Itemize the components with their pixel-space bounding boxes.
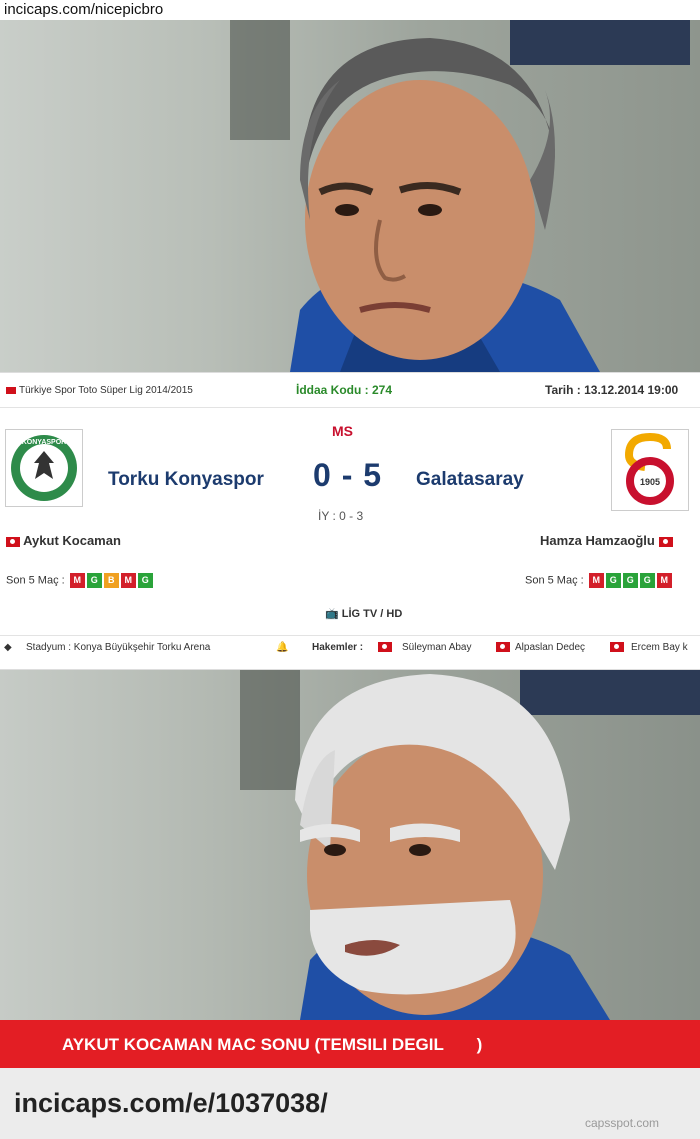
broadcast-channel: LİG TV / HD	[341, 608, 403, 620]
form-badge: G	[86, 573, 102, 588]
turkey-flag-icon	[658, 536, 673, 547]
footer-url[interactable]: incicaps.com/e/1037038/	[14, 1088, 328, 1119]
home-coach: Aykut Kocaman	[6, 533, 121, 548]
referees-label: Hakemler :	[312, 642, 364, 653]
galatasaray-logo-text: 1905	[640, 477, 660, 487]
away-coach-name: Hamza Hamzaoğlu	[540, 533, 655, 548]
halftime-score: İY : 0 - 3	[318, 509, 364, 523]
match-status: MS	[332, 423, 353, 439]
watermark-top: incicaps.com/nicepicbro	[0, 0, 700, 20]
turkey-flag-icon	[496, 642, 510, 652]
referee-2: Alpaslan Dedeç	[515, 642, 586, 653]
referee-1: Süleyman Abay	[402, 642, 472, 653]
footer-credit: capsspot.com	[585, 1116, 660, 1130]
away-form-label: Son 5 Maç :	[525, 574, 584, 587]
turkey-flag-icon	[6, 386, 16, 394]
match-card-header: Türkiye Spor Toto Süper Lig 2014/2015 İd…	[0, 373, 700, 408]
caption-banner: AYKUT KOCAMAN MAC SONU (TEMSILI DEGIL )	[0, 1020, 700, 1068]
stadium-info: Stadyum : Konya Büyükşehir Torku Arena	[26, 642, 211, 653]
match-info-bar: ◆ Stadyum : Konya Büyükşehir Torku Arena…	[0, 635, 700, 658]
broadcast-info: 📺 LİG TV / HD	[325, 607, 402, 620]
form-badge: M	[69, 573, 85, 588]
away-coach: Hamza Hamzaoğlu	[540, 533, 673, 548]
photo-coach-before	[0, 20, 700, 372]
form-badge: G	[137, 573, 153, 588]
form-badge: G	[622, 573, 638, 588]
home-team-name: Torku Konyaspor	[108, 469, 264, 490]
form-badge: M	[588, 573, 604, 588]
coach-portrait-before	[230, 20, 690, 372]
match-date: Tarih : 13.12.2014 19:00	[545, 383, 679, 397]
form-badge: M	[656, 573, 672, 588]
form-badge: M	[120, 573, 136, 588]
iddaa-code: İddaa Kodu : 274	[296, 383, 393, 397]
whistle-icon: 🔔	[276, 642, 289, 653]
match-score: 0 - 5	[313, 457, 383, 493]
league-label: Türkiye Spor Toto Süper Lig 2014/2015	[6, 385, 193, 396]
turkey-flag-icon	[6, 536, 20, 547]
galatasaray-logo: 1905	[611, 429, 689, 511]
referee-3: Ercem Bay k	[631, 642, 688, 653]
home-form: Son 5 Maç : MGBMG	[6, 573, 153, 588]
konyaspor-crest-icon: KONYASPOR	[11, 435, 77, 501]
away-team-name: Galatasaray	[416, 469, 524, 490]
caption-text: AYKUT KOCAMAN MAC SONU (TEMSILI DEGIL )	[62, 1035, 483, 1054]
match-card: Türkiye Spor Toto Süper Lig 2014/2015 İd…	[0, 372, 700, 670]
away-form: Son 5 Maç : MGGGM	[525, 573, 672, 588]
turkey-flag-icon	[610, 642, 624, 652]
league-name: Türkiye Spor Toto Süper Lig 2014/2015	[19, 385, 193, 396]
home-form-label: Son 5 Maç :	[6, 574, 65, 587]
home-coach-name: Aykut Kocaman	[23, 533, 121, 548]
galatasaray-crest-icon: 1905	[624, 433, 674, 505]
form-badge: G	[605, 573, 621, 588]
form-badge: B	[103, 573, 119, 588]
konyaspor-logo: KONYASPOR	[5, 429, 83, 507]
coach-portrait-after	[240, 670, 700, 1020]
photo-coach-after	[0, 670, 700, 1020]
stadium-icon: ◆	[4, 642, 12, 653]
tv-icon: 📺	[325, 608, 339, 620]
turkey-flag-icon	[378, 642, 392, 652]
footer-bar: incicaps.com/e/1037038/ capsspot.com	[0, 1068, 700, 1139]
form-badge: G	[639, 573, 655, 588]
konyaspor-logo-text: KONYASPOR	[22, 439, 66, 446]
